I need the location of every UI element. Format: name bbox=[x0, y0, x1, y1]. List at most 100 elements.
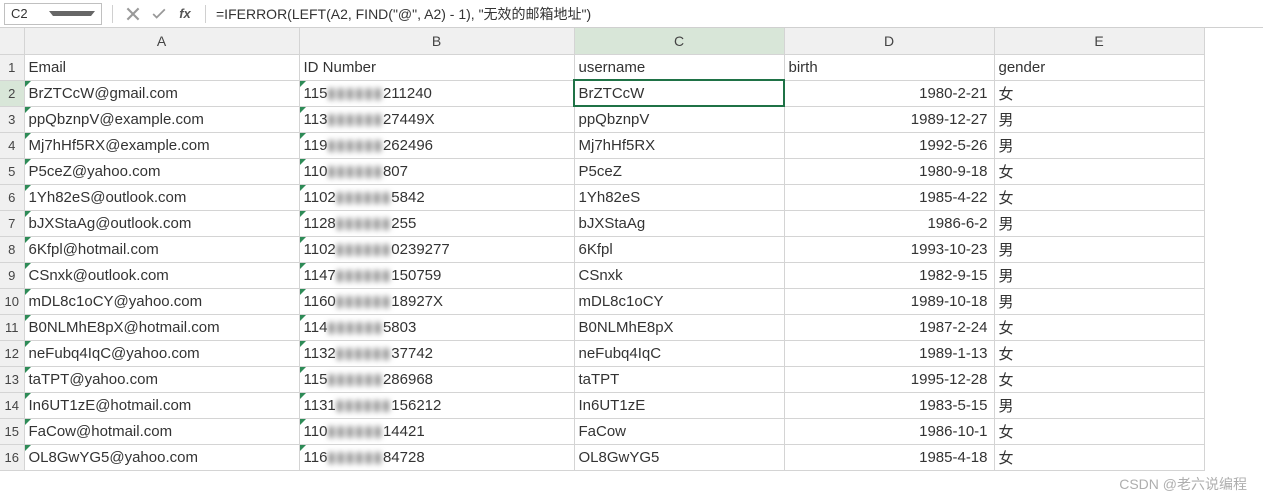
cell-B12[interactable]: 1132▮▮▮▮▮▮37742 bbox=[299, 340, 574, 366]
cell-A12[interactable]: neFubq4IqC@yahoo.com bbox=[24, 340, 299, 366]
cell-B7[interactable]: 1128▮▮▮▮▮▮255 bbox=[299, 210, 574, 236]
cell-B10[interactable]: 1160▮▮▮▮▮▮18927X bbox=[299, 288, 574, 314]
name-box[interactable]: C2 bbox=[4, 3, 102, 25]
formula-input[interactable]: =IFERROR(LEFT(A2, FIND("@", A2) - 1), "无… bbox=[208, 4, 1263, 24]
row-head-11[interactable]: 11 bbox=[0, 314, 24, 340]
cell-B6[interactable]: 1102▮▮▮▮▮▮5842 bbox=[299, 184, 574, 210]
row-head-14[interactable]: 14 bbox=[0, 392, 24, 418]
cell-A13[interactable]: taTPT@yahoo.com bbox=[24, 366, 299, 392]
cell-C13[interactable]: taTPT bbox=[574, 366, 784, 392]
col-head-A[interactable]: A bbox=[24, 28, 299, 54]
cell-E9[interactable]: 男 bbox=[994, 262, 1204, 288]
cell-C2[interactable]: BrZTCcW bbox=[574, 80, 784, 106]
cell-D5[interactable]: 1980-9-18 bbox=[784, 158, 994, 184]
cell-E8[interactable]: 男 bbox=[994, 236, 1204, 262]
cell-A5[interactable]: P5ceZ@yahoo.com bbox=[24, 158, 299, 184]
cell-E13[interactable]: 女 bbox=[994, 366, 1204, 392]
row-head-12[interactable]: 12 bbox=[0, 340, 24, 366]
cell-C10[interactable]: mDL8c1oCY bbox=[574, 288, 784, 314]
cell-A1[interactable]: Email bbox=[24, 54, 299, 80]
cell-E5[interactable]: 女 bbox=[994, 158, 1204, 184]
fx-icon[interactable]: fx bbox=[177, 6, 193, 22]
cell-D4[interactable]: 1992-5-26 bbox=[784, 132, 994, 158]
cell-C15[interactable]: FaCow bbox=[574, 418, 784, 444]
row-head-15[interactable]: 15 bbox=[0, 418, 24, 444]
cell-B4[interactable]: 119▮▮▮▮▮▮262496 bbox=[299, 132, 574, 158]
cell-B15[interactable]: 110▮▮▮▮▮▮14421 bbox=[299, 418, 574, 444]
cell-D10[interactable]: 1989-10-18 bbox=[784, 288, 994, 314]
cell-A2[interactable]: BrZTCcW@gmail.com bbox=[24, 80, 299, 106]
cell-C9[interactable]: CSnxk bbox=[574, 262, 784, 288]
row-head-7[interactable]: 7 bbox=[0, 210, 24, 236]
cell-C4[interactable]: Mj7hHf5RX bbox=[574, 132, 784, 158]
cell-E2[interactable]: 女 bbox=[994, 80, 1204, 106]
cell-E10[interactable]: 男 bbox=[994, 288, 1204, 314]
cell-A15[interactable]: FaCow@hotmail.com bbox=[24, 418, 299, 444]
cell-D14[interactable]: 1983-5-15 bbox=[784, 392, 994, 418]
select-all-corner[interactable] bbox=[0, 28, 24, 54]
cell-A4[interactable]: Mj7hHf5RX@example.com bbox=[24, 132, 299, 158]
col-head-D[interactable]: D bbox=[784, 28, 994, 54]
cell-B16[interactable]: 116▮▮▮▮▮▮84728 bbox=[299, 444, 574, 470]
cell-A9[interactable]: CSnxk@outlook.com bbox=[24, 262, 299, 288]
cell-C14[interactable]: In6UT1zE bbox=[574, 392, 784, 418]
row-head-8[interactable]: 8 bbox=[0, 236, 24, 262]
cell-C5[interactable]: P5ceZ bbox=[574, 158, 784, 184]
cell-B14[interactable]: 1131▮▮▮▮▮▮156212 bbox=[299, 392, 574, 418]
cell-E6[interactable]: 女 bbox=[994, 184, 1204, 210]
cell-D16[interactable]: 1985-4-18 bbox=[784, 444, 994, 470]
row-head-13[interactable]: 13 bbox=[0, 366, 24, 392]
cell-C12[interactable]: neFubq4IqC bbox=[574, 340, 784, 366]
cell-C16[interactable]: OL8GwYG5 bbox=[574, 444, 784, 470]
cell-C1[interactable]: username bbox=[574, 54, 784, 80]
row-head-2[interactable]: 2 bbox=[0, 80, 24, 106]
cell-C3[interactable]: ppQbznpV bbox=[574, 106, 784, 132]
row-head-9[interactable]: 9 bbox=[0, 262, 24, 288]
cell-D15[interactable]: 1986-10-1 bbox=[784, 418, 994, 444]
cell-E7[interactable]: 男 bbox=[994, 210, 1204, 236]
col-head-E[interactable]: E bbox=[994, 28, 1204, 54]
cell-E16[interactable]: 女 bbox=[994, 444, 1204, 470]
cell-E14[interactable]: 男 bbox=[994, 392, 1204, 418]
cell-B1[interactable]: ID Number bbox=[299, 54, 574, 80]
cell-E15[interactable]: 女 bbox=[994, 418, 1204, 444]
cell-B2[interactable]: 115▮▮▮▮▮▮211240 bbox=[299, 80, 574, 106]
col-head-C[interactable]: C bbox=[574, 28, 784, 54]
cell-A10[interactable]: mDL8c1oCY@yahoo.com bbox=[24, 288, 299, 314]
row-head-3[interactable]: 3 bbox=[0, 106, 24, 132]
cell-B8[interactable]: 1102▮▮▮▮▮▮0239277 bbox=[299, 236, 574, 262]
cell-D9[interactable]: 1982-9-15 bbox=[784, 262, 994, 288]
cell-D1[interactable]: birth bbox=[784, 54, 994, 80]
row-head-1[interactable]: 1 bbox=[0, 54, 24, 80]
row-head-5[interactable]: 5 bbox=[0, 158, 24, 184]
cell-C8[interactable]: 6Kfpl bbox=[574, 236, 784, 262]
cell-A3[interactable]: ppQbznpV@example.com bbox=[24, 106, 299, 132]
cell-A7[interactable]: bJXStaAg@outlook.com bbox=[24, 210, 299, 236]
cell-E11[interactable]: 女 bbox=[994, 314, 1204, 340]
cell-C6[interactable]: 1Yh82eS bbox=[574, 184, 784, 210]
chevron-down-icon[interactable] bbox=[49, 11, 95, 16]
row-head-4[interactable]: 4 bbox=[0, 132, 24, 158]
cell-C7[interactable]: bJXStaAg bbox=[574, 210, 784, 236]
cell-D3[interactable]: 1989-12-27 bbox=[784, 106, 994, 132]
cell-D2[interactable]: 1980-2-21 bbox=[784, 80, 994, 106]
cell-D8[interactable]: 1993-10-23 bbox=[784, 236, 994, 262]
row-head-16[interactable]: 16 bbox=[0, 444, 24, 470]
cell-B3[interactable]: 113▮▮▮▮▮▮27449X bbox=[299, 106, 574, 132]
cell-E12[interactable]: 女 bbox=[994, 340, 1204, 366]
cell-B13[interactable]: 115▮▮▮▮▮▮286968 bbox=[299, 366, 574, 392]
cell-D12[interactable]: 1989-1-13 bbox=[784, 340, 994, 366]
row-head-6[interactable]: 6 bbox=[0, 184, 24, 210]
cell-B11[interactable]: 114▮▮▮▮▮▮5803 bbox=[299, 314, 574, 340]
cell-E3[interactable]: 男 bbox=[994, 106, 1204, 132]
cell-A6[interactable]: 1Yh82eS@outlook.com bbox=[24, 184, 299, 210]
cell-B9[interactable]: 1147▮▮▮▮▮▮150759 bbox=[299, 262, 574, 288]
cell-E4[interactable]: 男 bbox=[994, 132, 1204, 158]
cell-D11[interactable]: 1987-2-24 bbox=[784, 314, 994, 340]
check-icon[interactable] bbox=[151, 6, 167, 22]
cancel-icon[interactable] bbox=[125, 6, 141, 22]
cell-A8[interactable]: 6Kfpl@hotmail.com bbox=[24, 236, 299, 262]
cell-D6[interactable]: 1985-4-22 bbox=[784, 184, 994, 210]
cell-E1[interactable]: gender bbox=[994, 54, 1204, 80]
cell-A11[interactable]: B0NLMhE8pX@hotmail.com bbox=[24, 314, 299, 340]
